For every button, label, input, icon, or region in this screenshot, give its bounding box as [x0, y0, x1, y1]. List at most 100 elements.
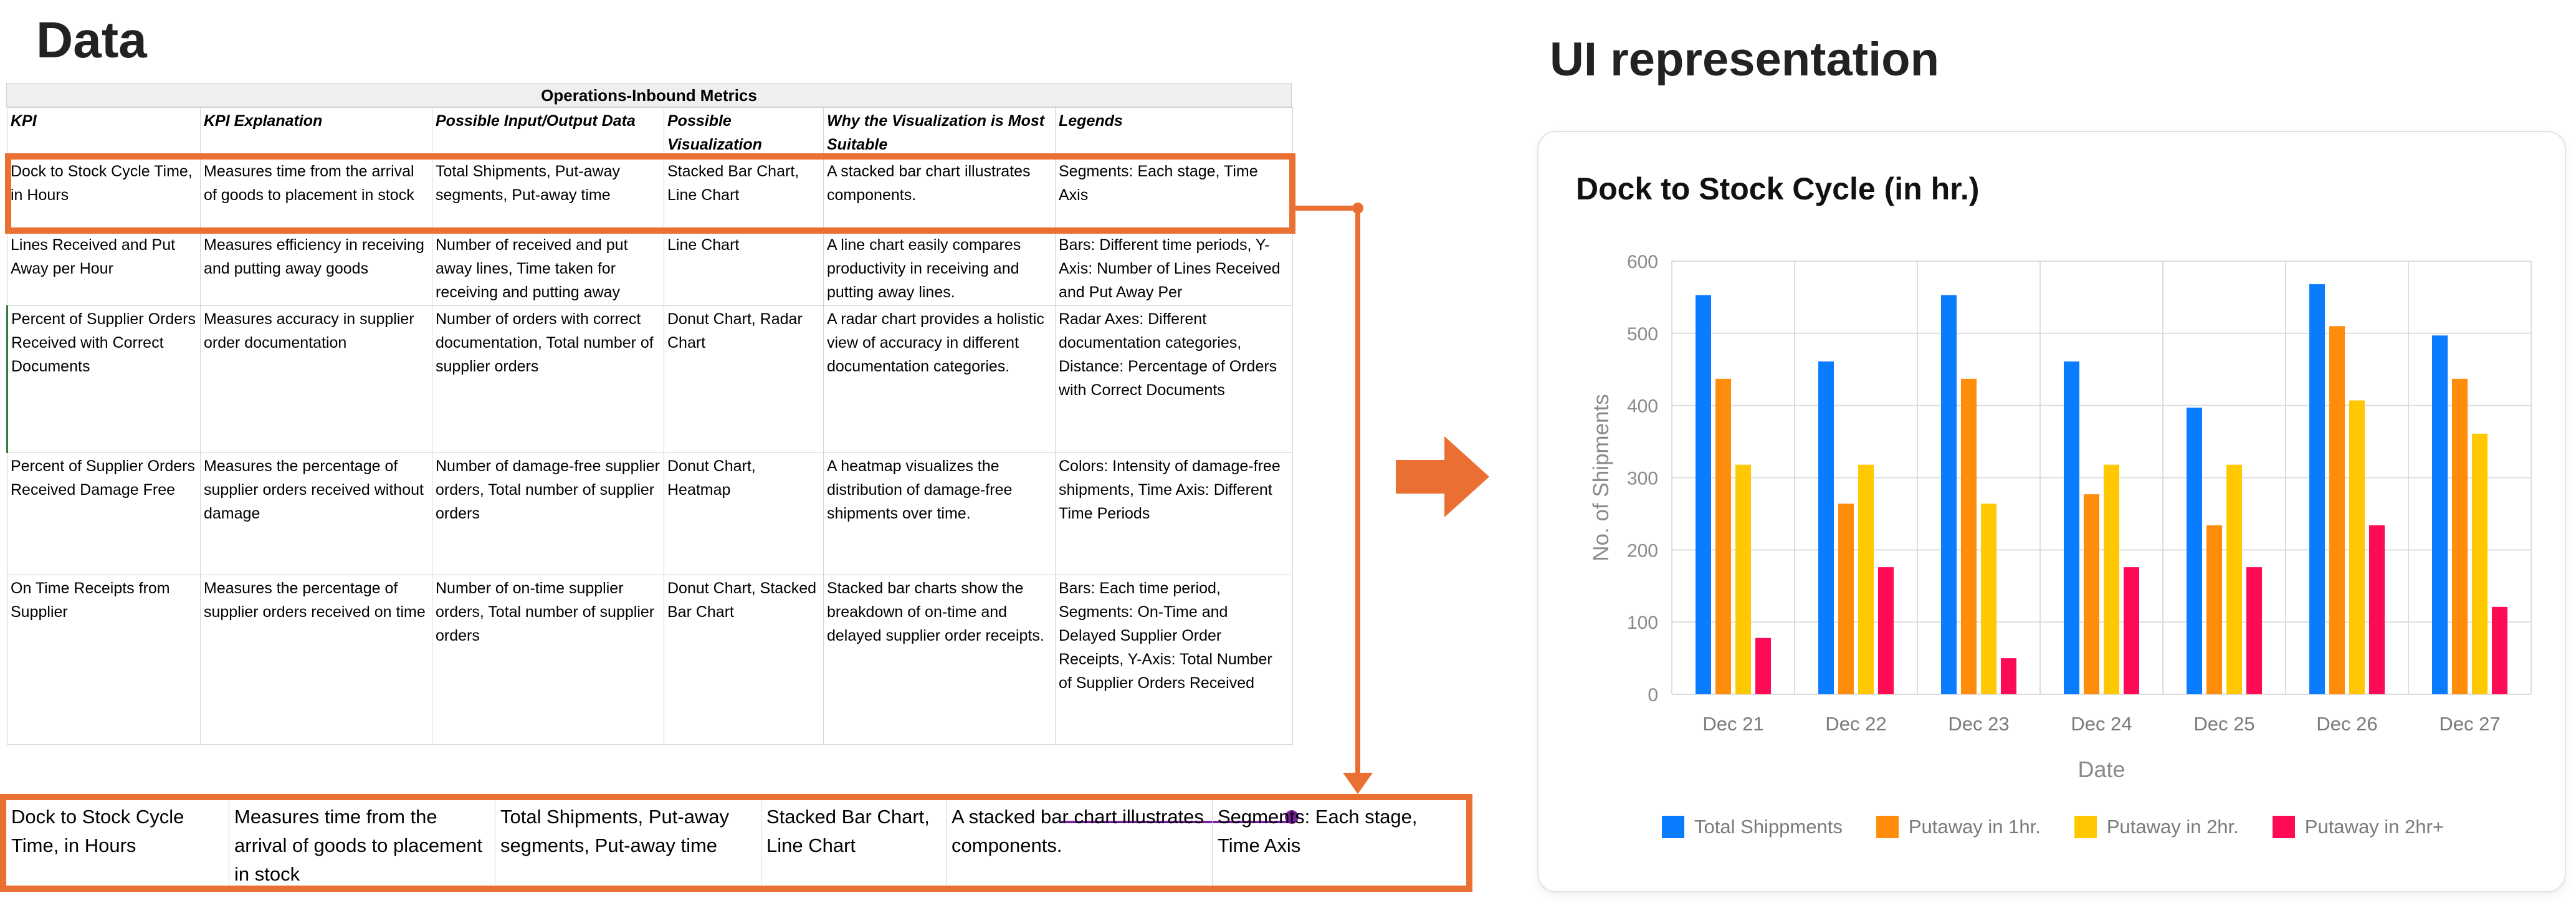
y-tick-label: 100: [1627, 613, 1658, 633]
y-tick-label: 0: [1648, 685, 1658, 705]
table-cell[interactable]: Measures accuracy in supplier order docu…: [200, 305, 432, 453]
bar: [1941, 295, 1957, 695]
y-tick-label: 400: [1627, 396, 1658, 417]
bar: [2492, 606, 2507, 694]
legend-swatch: [1876, 816, 1899, 838]
bar-chart: 0 100 200 300 400 500 600 Dec 21 Dec 22 Dec 23 Dec…: [1589, 252, 2532, 782]
table-row: Lines Received and Put Away per Hour Mea…: [7, 231, 1293, 306]
x-tick-label: Dec 22: [1825, 713, 1886, 735]
x-tick-label: Dec 27: [2439, 713, 2500, 735]
table-cell[interactable]: Bars: Different time periods, Y-Axis: Nu…: [1055, 231, 1293, 306]
bar: [1715, 378, 1731, 694]
bar: [2124, 567, 2139, 694]
legend-swatch: [1662, 816, 1685, 838]
table-row: Percent of Supplier Orders Received with…: [6, 305, 1293, 453]
column-header[interactable]: Possible Input/Output Data: [432, 107, 664, 158]
y-tick-label: 600: [1627, 252, 1658, 272]
bar: [1981, 504, 1996, 694]
legend-label: Putaway in 2hr+: [2304, 816, 2444, 838]
table-cell[interactable]: Donut Chart, Stacked Bar Chart: [664, 575, 824, 745]
table-cell[interactable]: Percent of Supplier Orders Received Dama…: [7, 452, 201, 575]
x-tick-label: Dec 25: [2193, 713, 2254, 735]
table-cell[interactable]: Measures the percentage of supplier orde…: [200, 452, 432, 575]
table-cell[interactable]: A heatmap visualizes the distribution of…: [823, 452, 1056, 575]
x-tick-label: Dec 26: [2316, 713, 2377, 735]
x-axis-label: Date: [2077, 757, 2125, 782]
table-cell[interactable]: Measures efficiency in receiving and put…: [200, 231, 432, 306]
legend-item[interactable]: Putaway in 2hr+: [2272, 816, 2444, 838]
y-tick-label: 500: [1627, 324, 1658, 345]
x-tick-label: Dec 24: [2071, 713, 2132, 735]
bar: [1838, 504, 1854, 694]
table-cell[interactable]: A line chart easily compares productivit…: [823, 231, 1056, 306]
chart-legend: Total Shippments Putaway in 1hr. Putaway…: [1538, 816, 2567, 838]
table-cell[interactable]: Lines Received and Put Away per Hour: [7, 231, 201, 306]
table-cell[interactable]: Donut Chart, Radar Chart: [664, 305, 824, 453]
bar: [2226, 464, 2242, 694]
column-header[interactable]: KPI Explanation: [200, 107, 432, 158]
bar: [1818, 361, 1834, 694]
legend-item[interactable]: Putaway in 2hr.: [2074, 816, 2239, 838]
legend-swatch: [2272, 816, 2295, 838]
bar: [2246, 567, 2262, 694]
bar: [2349, 400, 2365, 694]
legend-item[interactable]: Total Shippments: [1662, 816, 1843, 838]
table-cell[interactable]: Number of orders with correct documentat…: [432, 305, 664, 453]
table-cell[interactable]: A radar chart provides a holistic view o…: [823, 305, 1056, 453]
bar: [2084, 494, 2099, 694]
table-cell[interactable]: On Time Receipts from Supplier: [7, 575, 201, 745]
table-cell[interactable]: Colors: Intensity of damage-free shipmen…: [1055, 452, 1293, 575]
table-cell[interactable]: Line Chart: [664, 231, 824, 306]
legend-label: Total Shippments: [1694, 816, 1843, 838]
highlight-box-top: [5, 153, 1295, 234]
bar: [1961, 378, 1977, 694]
bar: [1858, 464, 1874, 694]
bar: [2206, 525, 2222, 694]
x-tick-label: Dec 23: [1948, 713, 2009, 735]
bar: [2329, 326, 2345, 694]
y-tick-label: 200: [1627, 540, 1658, 561]
y-tick-label: 300: [1627, 469, 1658, 489]
column-header[interactable]: Legends: [1055, 107, 1293, 158]
column-header[interactable]: KPI: [7, 107, 201, 158]
table-cell[interactable]: Number of damage-free supplier orders, T…: [432, 452, 664, 575]
table-cell[interactable]: Stacked bar charts show the breakdown of…: [823, 575, 1056, 745]
chart-card: Dock to Stock Cycle (in hr.) 0 100 200 300 4…: [1537, 131, 2566, 892]
sheet-title: Operations-Inbound Metrics: [6, 83, 1292, 107]
x-tick-label: Dec 21: [1702, 713, 1763, 735]
connector-arrowhead-icon: [1343, 773, 1373, 794]
legend-item[interactable]: Putaway in 1hr.: [1876, 816, 2041, 838]
table-header-row: KPI KPI Explanation Possible Input/Outpu…: [7, 107, 1293, 158]
table-row: On Time Receipts from Supplier Measures …: [7, 575, 1293, 745]
bar: [2452, 378, 2468, 694]
bar: [2309, 284, 2325, 694]
column-header[interactable]: Possible Visualization: [664, 107, 824, 158]
highlight-box-bottom: [0, 794, 1472, 892]
table-cell[interactable]: Number of received and put away lines, T…: [432, 231, 664, 306]
bar: [2369, 525, 2385, 694]
table-cell[interactable]: Percent of Supplier Orders Received with…: [6, 305, 201, 453]
legend-label: Putaway in 2hr.: [2106, 816, 2239, 838]
bar: [2064, 361, 2079, 694]
table-cell[interactable]: Radar Axes: Different documentation cate…: [1055, 305, 1293, 453]
connector-horizontal: [1295, 206, 1360, 211]
table-row: Percent of Supplier Orders Received Dama…: [7, 452, 1293, 575]
right-arrow-icon: [1396, 436, 1489, 517]
table-cell[interactable]: Bars: Each time period, Segments: On-Tim…: [1055, 575, 1293, 745]
bar: [2104, 464, 2119, 694]
table-cell[interactable]: Donut Chart, Heatmap: [664, 452, 824, 575]
ui-representation-heading: UI representation: [1550, 33, 1940, 86]
bar: [1696, 295, 1711, 695]
column-header[interactable]: Why the Visualization is Most Suitable: [823, 107, 1056, 158]
table-cell[interactable]: Number of on-time supplier orders, Total…: [432, 575, 664, 745]
bar: [1735, 464, 1751, 694]
y-axis-label: No. of Shipments: [1589, 394, 1613, 561]
data-heading: Data: [36, 12, 147, 69]
bar: [2001, 658, 2016, 694]
bar: [1755, 638, 1771, 694]
table-cell[interactable]: Measures the percentage of supplier orde…: [200, 575, 432, 745]
legend-label: Putaway in 1hr.: [1908, 816, 2041, 838]
connector-vertical: [1355, 208, 1360, 775]
bar: [1878, 567, 1894, 694]
bar: [2472, 433, 2488, 694]
